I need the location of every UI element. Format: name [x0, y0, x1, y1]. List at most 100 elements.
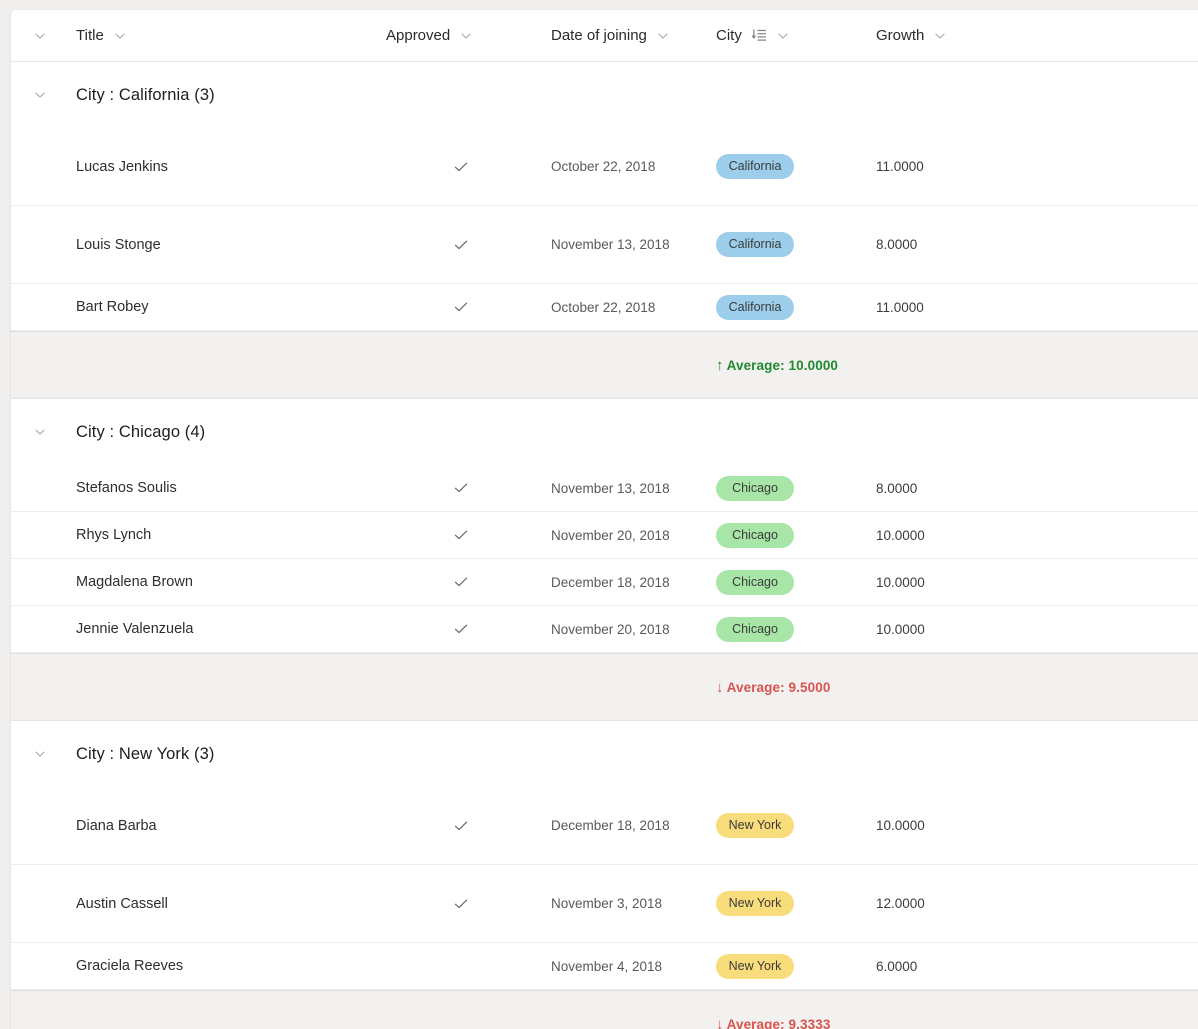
check-icon [452, 479, 470, 497]
group-caption-row[interactable]: City : New York (3) [11, 721, 1198, 787]
cell-growth: 11.0000 [876, 159, 1198, 174]
group-expander[interactable] [11, 747, 61, 761]
group-expander[interactable] [11, 425, 61, 439]
group-average-value: ↓Average: 9.3333 [716, 1017, 830, 1029]
cell-growth: 10.0000 [876, 528, 1198, 543]
table-row[interactable]: Austin Cassell November 3, 2018New York 12… [11, 865, 1198, 943]
group-average-label: Average: 10.0000 [727, 358, 838, 373]
table-row[interactable]: Bart Robey October 22, 2018California 11.0… [11, 284, 1198, 331]
cell-growth: 10.0000 [876, 818, 1198, 833]
cell-title: Rhys Lynch [61, 527, 386, 543]
table-row[interactable]: Graciela Reeves November 4, 2018New York 6… [11, 943, 1198, 990]
city-badge: New York [716, 954, 794, 979]
cell-city: New York [716, 954, 876, 979]
chevron-down-icon[interactable] [459, 29, 473, 43]
cell-city: New York [716, 813, 876, 838]
header-label-date-of-joining: Date of joining [551, 27, 647, 44]
cell-growth: 11.0000 [876, 300, 1198, 315]
table-row[interactable]: Magdalena Brown December 18, 2018Chicago 1… [11, 559, 1198, 606]
grid-header-row: Title Approved Date of joining City [11, 10, 1198, 62]
group-by-icon[interactable] [752, 28, 767, 43]
group-block: City : New York (3)Diana BarbaDecember 1… [11, 721, 1198, 1029]
cell-approved [386, 479, 551, 497]
table-row[interactable]: Louis StongeNovember 13, 2018California8… [11, 206, 1198, 284]
table-row[interactable]: Rhys LynchNovember 20, 2018Chicago10.000… [11, 512, 1198, 559]
cell-city: California [716, 232, 876, 257]
chevron-down-icon[interactable] [113, 29, 127, 43]
cell-city: California [716, 154, 876, 179]
cell-approved [386, 158, 551, 176]
group-caption-row[interactable]: City : California (3) [11, 62, 1198, 128]
check-icon [452, 526, 470, 544]
header-cell-growth[interactable]: Growth [876, 27, 1198, 44]
group-caption-row[interactable]: City : Chicago (4) [11, 399, 1198, 465]
cell-city: Chicago [716, 523, 876, 548]
cell-date-of-joining: October 22, 2018 [551, 159, 716, 174]
group-caption-label: City : Chicago (4) [61, 423, 205, 442]
cell-date-of-joining: November 3, 2018 [551, 896, 716, 911]
cell-date-of-joining: October 22, 2018 [551, 300, 716, 315]
cell-approved [386, 573, 551, 591]
check-icon [452, 895, 470, 913]
cell-title: Austin Cassell [61, 896, 386, 912]
cell-city: Chicago [716, 617, 876, 642]
cell-approved [386, 526, 551, 544]
header-label-growth: Growth [876, 27, 924, 44]
city-badge: Chicago [716, 617, 794, 642]
group-summary-row: ↓Average: 9.5000 [11, 653, 1198, 721]
city-badge: Chicago [716, 570, 794, 595]
group-average-value: ↑Average: 10.0000 [716, 358, 838, 373]
cell-date-of-joining: November 4, 2018 [551, 959, 716, 974]
cell-growth: 6.0000 [876, 959, 1198, 974]
table-row[interactable]: Lucas Jenkins October 22, 2018California1… [11, 128, 1198, 206]
chevron-down-icon[interactable] [33, 88, 47, 102]
table-row[interactable]: Stefanos SoulisNovember 13, 2018Chicago8… [11, 465, 1198, 512]
cell-city: Chicago [716, 476, 876, 501]
check-icon [452, 236, 470, 254]
cell-growth: 8.0000 [876, 237, 1198, 252]
chevron-down-icon[interactable] [776, 29, 790, 43]
cell-growth: 10.0000 [876, 575, 1198, 590]
city-badge: California [716, 295, 794, 320]
cell-growth: 10.0000 [876, 622, 1198, 637]
city-badge: New York [716, 891, 794, 916]
check-icon [452, 158, 470, 176]
cell-approved [386, 957, 551, 975]
city-badge: California [716, 232, 794, 257]
cell-city: New York [716, 891, 876, 916]
check-icon [452, 573, 470, 591]
cell-title: Bart Robey [61, 299, 386, 315]
group-expander[interactable] [11, 88, 61, 102]
cell-growth: 8.0000 [876, 481, 1198, 496]
grid-body: City : California (3) Lucas Jenkins Octobe… [11, 62, 1198, 1029]
header-label-city: City [716, 27, 742, 44]
cell-title: Jennie Valenzuela [61, 621, 386, 637]
cell-title: Graciela Reeves [61, 958, 386, 974]
chevron-down-icon[interactable] [656, 29, 670, 43]
city-badge: New York [716, 813, 794, 838]
group-average-label: Average: 9.5000 [727, 680, 831, 695]
trend-arrow-icon: ↓ [716, 680, 724, 695]
cell-title: Lucas Jenkins [61, 159, 386, 175]
chevron-down-icon[interactable] [33, 29, 47, 43]
cell-growth: 12.0000 [876, 896, 1198, 911]
table-row[interactable]: Diana BarbaDecember 18, 2018New York10.0… [11, 787, 1198, 865]
group-block: City : Chicago (4) Stefanos SoulisNovembe… [11, 399, 1198, 721]
cell-date-of-joining: December 18, 2018 [551, 575, 716, 590]
cell-city: Chicago [716, 570, 876, 595]
header-cell-approved[interactable]: Approved [386, 27, 551, 44]
chevron-down-icon[interactable] [33, 425, 47, 439]
cell-title: Magdalena Brown [61, 574, 386, 590]
city-badge: Chicago [716, 476, 794, 501]
city-badge: Chicago [716, 523, 794, 548]
chevron-down-icon[interactable] [933, 29, 947, 43]
table-row[interactable]: Jennie ValenzuelaNovember 20, 2018Chicag… [11, 606, 1198, 653]
header-cell-city[interactable]: City [716, 27, 876, 44]
header-cell-date-of-joining[interactable]: Date of joining [551, 27, 716, 44]
check-icon [452, 817, 470, 835]
check-icon [452, 298, 470, 316]
chevron-down-icon[interactable] [33, 747, 47, 761]
header-cell-title[interactable]: Title [61, 27, 386, 44]
cell-city: California [716, 295, 876, 320]
header-expander-cell[interactable] [11, 29, 61, 43]
